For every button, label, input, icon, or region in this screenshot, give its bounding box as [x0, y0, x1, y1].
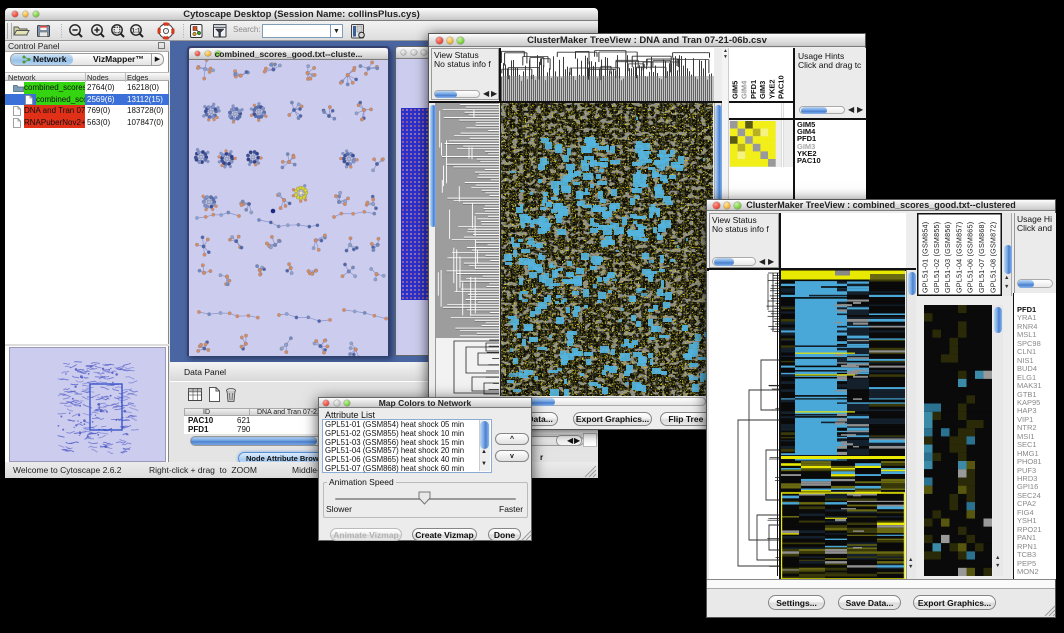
svg-text:GIM4: GIM4: [740, 80, 749, 99]
svg-text:GPL51-07 (GSM868): GPL51-07 (GSM868): [977, 222, 986, 293]
svg-text:GPL51-04 (GSM857): GPL51-04 (GSM857): [954, 222, 963, 293]
svg-text:GIM3: GIM3: [758, 81, 767, 99]
svg-text:PAC10: PAC10: [777, 75, 786, 99]
svg-text:GIM5: GIM5: [731, 81, 740, 99]
svg-text:1:1: 1:1: [132, 28, 141, 34]
svg-text:GPL51-03 (GSM856): GPL51-03 (GSM856): [943, 222, 952, 293]
svg-text:GPL51-06 (GSM865): GPL51-06 (GSM865): [966, 222, 975, 293]
svg-text:GPL51-01 (GSM854): GPL51-01 (GSM854): [921, 222, 930, 293]
svg-text:YKE2: YKE2: [767, 79, 776, 99]
svg-text:GPL51-02 (GSM855): GPL51-02 (GSM855): [932, 222, 941, 293]
svg-text:PFD1: PFD1: [749, 80, 758, 99]
svg-text:GPL51-08 (GSM872): GPL51-08 (GSM872): [988, 222, 997, 293]
